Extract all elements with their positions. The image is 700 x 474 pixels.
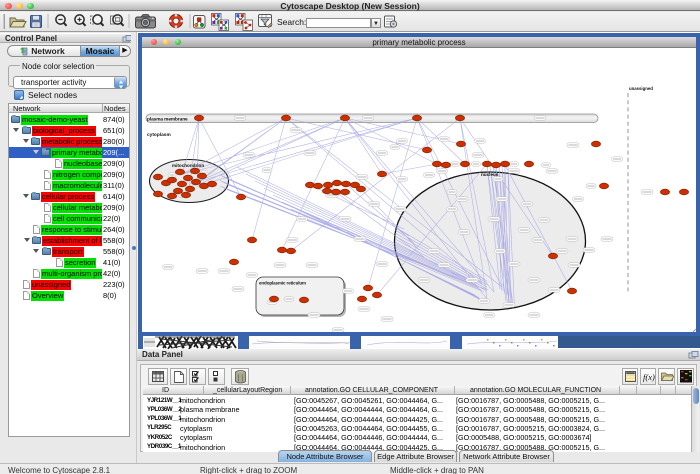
svg-text:cytoplasm: cytoplasm (147, 132, 171, 138)
svg-text:endoplasmic reticulum: endoplasmic reticulum (259, 281, 306, 286)
svg-text:unassigned: unassigned (629, 86, 653, 91)
svg-text:mitochondrion: mitochondrion (172, 163, 204, 168)
svg-text:plasma membrane: plasma membrane (147, 117, 188, 123)
svg-text:nucleus: nucleus (481, 172, 499, 177)
svg-text:f(x): f(x) (643, 372, 655, 382)
